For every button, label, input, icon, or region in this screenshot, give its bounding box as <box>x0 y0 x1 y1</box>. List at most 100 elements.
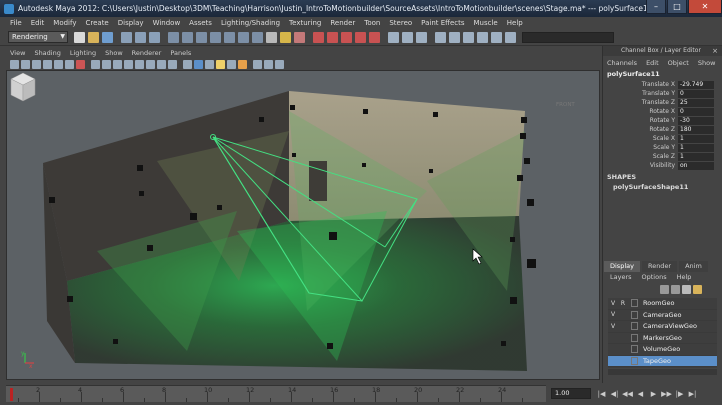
help-icon[interactable] <box>266 31 277 43</box>
textured-icon[interactable] <box>194 59 203 69</box>
menu-modify[interactable]: Modify <box>53 19 76 27</box>
time-slider[interactable]: 2 4 6 8 10 12 14 16 18 20 22 24 <box>6 385 546 402</box>
command-field[interactable] <box>522 32 614 43</box>
hypershade-icon[interactable] <box>355 31 366 43</box>
panel-menu-show[interactable]: Show <box>105 49 123 57</box>
safe-title-icon[interactable] <box>135 59 144 69</box>
hud-icon[interactable] <box>264 59 273 69</box>
high-quality-icon[interactable] <box>227 59 236 69</box>
grid-toggle-icon[interactable] <box>275 59 284 69</box>
visibility-toggle[interactable]: V <box>608 323 618 330</box>
isolate-view-icon[interactable] <box>253 59 262 69</box>
step-back-frame-button[interactable]: ◀◀ <box>621 390 634 398</box>
marker[interactable] <box>67 296 73 302</box>
layer-color-swatch[interactable] <box>631 310 638 319</box>
layer-color-swatch[interactable] <box>631 299 638 308</box>
current-time-marker[interactable] <box>10 388 13 401</box>
history-icon[interactable] <box>238 31 249 43</box>
marker[interactable] <box>429 169 433 173</box>
panel-menu-shading[interactable]: Shading <box>34 49 60 57</box>
snap-live-icon[interactable] <box>224 31 235 43</box>
resolution-gate-icon[interactable] <box>91 59 100 69</box>
marker[interactable] <box>139 191 144 196</box>
layer-name[interactable]: CameraViewGeo <box>641 322 697 330</box>
wireframe-icon[interactable] <box>146 59 155 69</box>
visibility-toggle[interactable]: V <box>608 311 618 318</box>
layer-color-swatch[interactable] <box>631 356 638 365</box>
marker[interactable] <box>290 105 295 110</box>
attr-value[interactable]: 0 <box>678 107 714 116</box>
marker[interactable] <box>217 205 222 210</box>
menu-file[interactable]: File <box>10 19 22 27</box>
xray-icon[interactable] <box>183 59 192 69</box>
channel-box-menu-edit[interactable]: Edit <box>646 59 659 67</box>
marker[interactable] <box>521 117 527 123</box>
play-forwards-button[interactable]: ▶ <box>647 390 660 398</box>
open-scene-icon[interactable] <box>88 31 99 43</box>
marker[interactable] <box>292 153 296 157</box>
layout-two-icon[interactable] <box>463 31 474 43</box>
layer-menu-help[interactable]: Help <box>677 273 692 282</box>
snap-plane-icon[interactable] <box>210 31 221 43</box>
menu-set-select[interactable]: Rendering ▼ <box>8 31 68 43</box>
attr-value[interactable]: 1 <box>678 134 714 143</box>
save-scene-icon[interactable] <box>102 31 113 43</box>
shadows-icon[interactable] <box>216 59 225 69</box>
menu-toon[interactable]: Toon <box>364 19 380 27</box>
channel-box-menu-show[interactable]: Show <box>698 59 716 67</box>
snap-point-icon[interactable] <box>196 31 207 43</box>
attr-value[interactable]: 0 <box>678 89 714 98</box>
ambient-occlusion-icon[interactable] <box>238 59 247 69</box>
layer-row-volumegeo[interactable]: VolumeGeo <box>608 344 717 356</box>
safe-action-icon[interactable] <box>124 59 133 69</box>
marker[interactable] <box>510 297 517 304</box>
layer-name[interactable]: RoomGeo <box>641 299 675 307</box>
layer-row-camerageo[interactable]: V CameraGeo <box>608 310 717 321</box>
field-chart-icon[interactable] <box>113 59 122 69</box>
marker[interactable] <box>527 199 534 206</box>
shape-node-name[interactable]: polySurfaceShape11 <box>603 182 722 192</box>
layout-four-icon[interactable] <box>449 31 460 43</box>
menu-help[interactable]: Help <box>507 19 523 27</box>
panel-menu-renderer[interactable]: Renderer <box>132 49 162 57</box>
menu-muscle[interactable]: Muscle <box>474 19 498 27</box>
marker[interactable] <box>327 343 333 349</box>
marker[interactable] <box>527 259 536 268</box>
attr-value[interactable]: -30 <box>678 116 714 125</box>
tab-anim[interactable]: Anim <box>679 261 708 272</box>
maximize-button[interactable]: □ <box>667 0 687 14</box>
attr-value[interactable]: 25 <box>678 98 714 107</box>
minimize-button[interactable]: – <box>646 0 666 14</box>
select-hierarchy-icon[interactable] <box>121 31 132 43</box>
camera-attributes-icon[interactable] <box>21 59 30 69</box>
layer-color-swatch[interactable] <box>631 322 638 331</box>
menu-render[interactable]: Render <box>330 19 355 27</box>
layer-name[interactable]: TapeGeo <box>641 357 671 365</box>
view-cube[interactable] <box>7 71 39 103</box>
marker[interactable] <box>362 163 366 167</box>
input-icon[interactable] <box>252 31 263 43</box>
snap-curve-icon[interactable] <box>182 31 193 43</box>
render-view-icon[interactable] <box>369 31 380 43</box>
menu-lighting-shading[interactable]: Lighting/Shading <box>221 19 280 27</box>
marker[interactable] <box>510 237 515 242</box>
marker[interactable] <box>524 158 530 164</box>
render-settings-icon[interactable] <box>341 31 352 43</box>
marker[interactable] <box>520 133 526 139</box>
layer-color-swatch[interactable] <box>631 345 638 354</box>
menu-stereo[interactable]: Stereo <box>389 19 412 27</box>
step-forward-key-button[interactable]: |▶ <box>673 390 686 398</box>
smooth-shade-icon[interactable] <box>157 59 166 69</box>
layer-color-swatch[interactable] <box>631 333 638 342</box>
step-forward-frame-button[interactable]: ▶▶ <box>660 390 673 398</box>
attr-value[interactable]: 180 <box>678 125 714 134</box>
channel-box-menu-object[interactable]: Object <box>668 59 689 67</box>
new-scene-icon[interactable] <box>74 31 85 43</box>
tab-render[interactable]: Render <box>641 261 678 272</box>
use-all-lights-icon[interactable] <box>205 59 214 69</box>
play-backwards-button[interactable]: ◀ <box>634 390 647 398</box>
layer-row-markersgeo[interactable]: MarkersGeo <box>608 333 717 344</box>
current-frame-field[interactable]: 1.00 <box>551 388 591 399</box>
graph-editor-icon[interactable] <box>402 31 413 43</box>
menu-paint-effects[interactable]: Paint Effects <box>421 19 464 27</box>
